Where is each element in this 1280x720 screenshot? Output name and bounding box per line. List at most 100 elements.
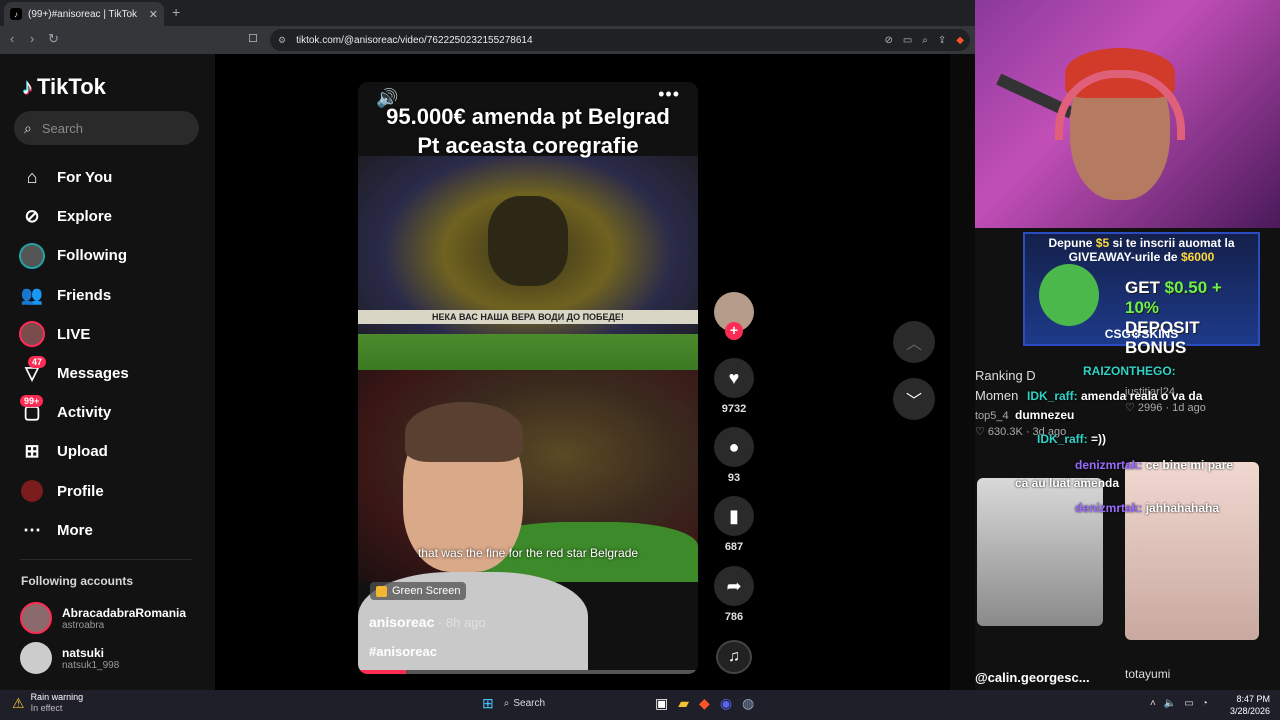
nav-item-messages[interactable]: ▽ 47 Messages [18, 354, 208, 393]
reload-icon[interactable]: ↻ [48, 31, 59, 47]
chat-message: ca au luat amenda [1015, 476, 1120, 490]
search-icon: ⌕ [503, 698, 510, 709]
warning-icon: ⚠ [12, 694, 25, 711]
nav-item-profile[interactable]: Profile [18, 472, 208, 511]
hashtag-link[interactable]: #anisoreac [369, 644, 437, 659]
mascot-image [1039, 264, 1099, 326]
effect-tag[interactable]: Green Screen [370, 582, 467, 600]
nav-item-friends[interactable]: 👥 Friends [18, 276, 208, 315]
share-icon[interactable]: ⇪ [938, 35, 946, 46]
nav-item-activity[interactable]: ▢ 99+ Activity [18, 393, 208, 432]
save-action[interactable]: ▮ 687 [712, 496, 756, 553]
zoom-icon[interactable]: ⌕ [922, 35, 928, 46]
nav-item-upload[interactable]: ⊞ Upload [18, 432, 208, 471]
site-info-icon[interactable]: ⚙ [278, 35, 286, 46]
share-count: 786 [724, 611, 744, 623]
bookmark-icon[interactable]: ☐ [248, 32, 258, 45]
green-screen-icon [376, 585, 387, 597]
task-view-icon[interactable]: ▣ [655, 695, 668, 712]
discord-icon[interactable]: ◉ [720, 695, 732, 712]
search-label: Search [513, 698, 546, 709]
friends-icon: 👥 [20, 284, 44, 305]
close-tab-icon[interactable]: ✕ [149, 8, 158, 21]
search-placeholder: Search [41, 120, 84, 136]
account-handle: natsuk1_998 [62, 659, 120, 671]
windows-start-icon[interactable]: ⊞ [482, 695, 494, 712]
browser-tab[interactable]: ♪ (99+)#anisoreac | TikTok ✕ [4, 2, 164, 26]
taskbar-apps: ⊞ ⌕ Search ▣ ▰ ◆ ◉ ◍ [482, 695, 754, 712]
follow-plus-icon[interactable]: + [725, 322, 743, 340]
nav-item-following[interactable]: Following [18, 236, 208, 275]
creator-avatar[interactable]: + [714, 292, 754, 340]
card-author: totayumi [1125, 667, 1171, 681]
brave-shield-icon[interactable]: ◆ [956, 35, 964, 46]
page-scrollbar[interactable] [950, 54, 975, 690]
display-icon[interactable]: ▭ [1184, 698, 1193, 709]
nav-item-for-you[interactable]: ⌂ For You [18, 158, 208, 197]
video-author[interactable]: anisoreac · 8h ago [369, 614, 486, 630]
tiktok-logo[interactable]: ♪ TikTok [22, 74, 106, 100]
address-bar[interactable]: ⚙ tiktok.com/@anisoreac/video/7622250232… [270, 29, 970, 51]
network-icon[interactable]: ◔ [1202, 698, 1208, 709]
search-input[interactable]: ⌕ Search [14, 111, 199, 145]
account-name: AbracadabraRomania [62, 605, 187, 620]
steam-icon[interactable]: ◍ [742, 695, 754, 712]
share-action[interactable]: ➦ 786 [712, 566, 756, 623]
nav-item-explore[interactable]: ⊘ Explore [18, 197, 208, 236]
nav-label: More [57, 521, 93, 539]
account-handle: astroabra [62, 619, 105, 631]
messages-icon: ▽ 47 [18, 355, 47, 388]
back-arrow-icon[interactable]: ‹ [10, 31, 14, 46]
speaker-icon[interactable]: 🔈 [1164, 698, 1176, 709]
video-progress-bar[interactable] [358, 670, 698, 674]
tab-title: (99+)#anisoreac | TikTok [28, 8, 138, 20]
video-title-overlay: 95.000€ amenda pt Belgrad Pt aceasta cor… [358, 102, 698, 160]
tiktok-sidebar: ♪ TikTok ⌕ Search ⌂ For You ⊘ Explore Fo… [0, 54, 215, 690]
chat-message: dumnezeu [1015, 408, 1075, 422]
file-explorer-icon[interactable]: ▰ [678, 695, 689, 712]
brave-browser-icon[interactable]: ◆ [699, 695, 710, 712]
sidebar-divider [20, 559, 192, 560]
video-player[interactable]: НЕКА ВАС НАША ВЕРА ВОДИ ДО ПОБЕДЕ! 🔊 •••… [358, 82, 698, 674]
chevron-up-icon: ︿ [905, 336, 922, 353]
no-cast-icon[interactable]: ⊘ [884, 35, 892, 46]
nav-label: Upload [57, 443, 108, 461]
comment-action[interactable]: ● 93 [712, 427, 756, 484]
account-item[interactable]: AbracadabraRomania astroabra [20, 602, 186, 634]
weather-widget[interactable]: ⚠ Rain warning In effect [12, 692, 83, 714]
account-item[interactable]: natsuki natsuk1_998 [20, 642, 119, 674]
like-action[interactable]: ♥ 9732 [712, 358, 756, 415]
tiktok-favicon-icon: ♪ [10, 8, 22, 20]
profile-avatar-icon [18, 477, 46, 505]
chevron-down-icon: ﹀ [905, 393, 922, 410]
next-video-button[interactable]: ﹀ [893, 378, 935, 420]
weather-title: Rain warning [30, 692, 84, 702]
new-tab-button[interactable]: + [172, 4, 180, 20]
music-disc-icon[interactable]: ♫ [716, 640, 752, 674]
chevron-up-icon[interactable]: ˄ [1150, 698, 1156, 709]
forward-arrow-icon[interactable]: › [30, 31, 34, 46]
nav-item-more[interactable]: ⋯ More [18, 511, 208, 550]
bookmark-icon[interactable]: ▮ [714, 496, 754, 536]
comment-icon[interactable]: ● [714, 427, 754, 467]
effect-label: Green Screen [392, 585, 461, 597]
share-arrow-icon[interactable]: ➦ [714, 566, 754, 606]
nav-label: Activity [57, 404, 112, 422]
promo-line-1: Depune $5 si te inscrii auomat la [1048, 236, 1235, 250]
nav-label: Following [57, 247, 127, 265]
avatar [20, 602, 52, 634]
clock[interactable]: 8:47 PM 3/28/2026 [1230, 693, 1270, 717]
stadium-banner: НЕКА ВАС НАША ВЕРА ВОДИ ДО ПОБЕДЕ! [358, 310, 698, 324]
more-icon: ⋯ [23, 519, 41, 540]
screen-icon[interactable]: ▭ [903, 35, 912, 46]
nav-label: Messages [57, 365, 129, 383]
nav-item-live[interactable]: LIVE [18, 315, 208, 354]
previous-video-button[interactable]: ︿ [893, 321, 935, 363]
author-name: anisoreac [369, 614, 435, 630]
heart-icon[interactable]: ♥ [714, 358, 754, 398]
logo-text: TikTok [37, 74, 106, 99]
taskbar-search[interactable]: ⌕ Search [504, 698, 545, 709]
chat-message: RAIZONTHEGO: [1083, 364, 1176, 378]
following-accounts-title: Following accounts [21, 574, 134, 588]
browser-tab-bar: ♪ (99+)#anisoreac | TikTok ✕ + [0, 0, 975, 26]
